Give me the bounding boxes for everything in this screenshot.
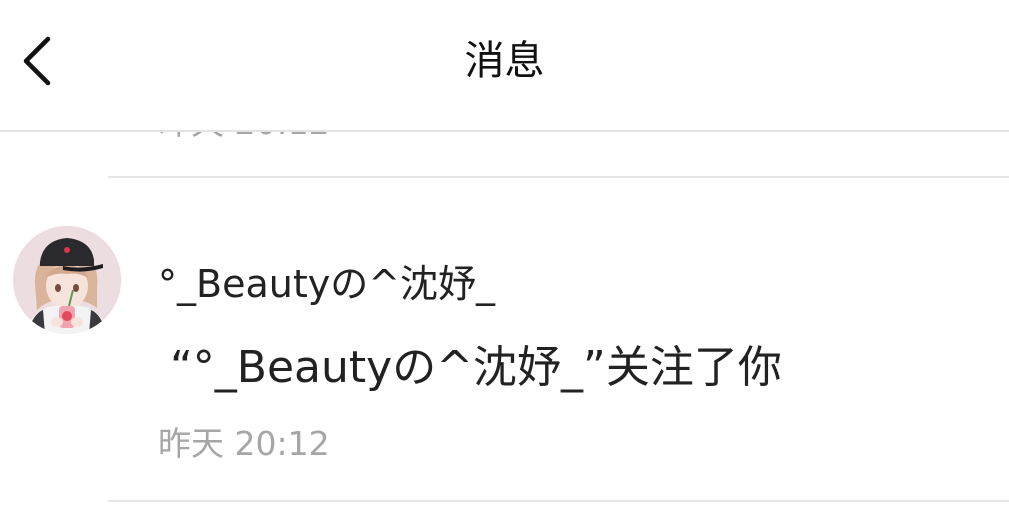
avatar[interactable] (13, 226, 121, 334)
message-timestamp: 昨天 20:12 (158, 424, 330, 463)
nav-header: 消息 (0, 0, 1009, 132)
divider (108, 500, 1009, 502)
page-title: 消息 (464, 38, 545, 84)
avatar-image (13, 226, 121, 334)
username[interactable]: °_Beautyの^沈妤_ (158, 261, 495, 307)
list-item[interactable]: °_Beautyの^沈妤_ “°_Beautyの^沈妤_”关注了你 昨天 20:… (0, 178, 1009, 500)
message-text: “°_Beautyの^沈妤_”关注了你 (170, 342, 782, 393)
